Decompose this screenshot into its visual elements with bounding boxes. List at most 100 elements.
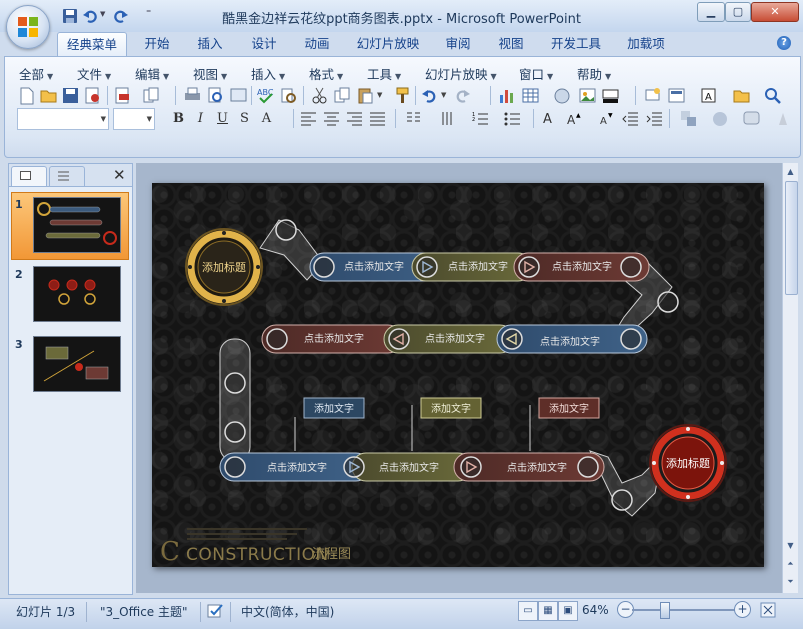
slide-sorter-view-icon[interactable]: ▦ bbox=[538, 601, 558, 621]
redo-icon[interactable] bbox=[453, 86, 472, 105]
zoom-slider-thumb[interactable] bbox=[660, 602, 670, 619]
zoom-slider-track[interactable] bbox=[632, 609, 736, 611]
tab-outline[interactable] bbox=[49, 166, 85, 186]
paste-dropdown-icon[interactable]: ▼ bbox=[377, 91, 382, 99]
redo-icon[interactable] bbox=[113, 8, 129, 24]
vertical-scrollbar[interactable]: ▲ ▼ ⏶ ⏷ bbox=[782, 163, 798, 593]
spell-check-icon[interactable] bbox=[207, 603, 225, 619]
tab-addins[interactable]: 加载项 bbox=[621, 32, 671, 55]
align-left-icon[interactable] bbox=[299, 109, 318, 128]
office-button[interactable] bbox=[6, 5, 50, 49]
scrollbar-thumb[interactable] bbox=[785, 181, 798, 295]
increase-indent-icon[interactable] bbox=[645, 109, 664, 128]
copy-icon[interactable] bbox=[333, 86, 352, 105]
bullets-icon[interactable] bbox=[503, 109, 522, 128]
menu-all[interactable]: 全部 ▼ bbox=[19, 64, 53, 83]
tab-insert[interactable]: 插入 bbox=[190, 32, 230, 55]
scroll-down-icon[interactable]: ▼ bbox=[784, 539, 797, 553]
undo-icon[interactable] bbox=[420, 86, 439, 105]
tab-view[interactable]: 视图 bbox=[491, 32, 531, 55]
print-preview-icon[interactable] bbox=[206, 86, 225, 105]
textbox-icon[interactable]: A bbox=[699, 86, 718, 105]
spelling-icon[interactable]: ABC bbox=[256, 86, 275, 105]
shape-effects-icon[interactable] bbox=[775, 109, 794, 128]
maximize-button[interactable]: ▢ bbox=[725, 2, 751, 22]
permission-icon[interactable] bbox=[83, 86, 102, 105]
table-icon[interactable] bbox=[521, 86, 540, 105]
character-spacing-button[interactable]: A bbox=[257, 109, 276, 128]
align-center-icon[interactable] bbox=[322, 109, 341, 128]
numbering-icon[interactable]: 12 bbox=[471, 109, 490, 128]
theme-name[interactable]: "3_Office 主题" bbox=[100, 603, 188, 620]
tab-developer[interactable]: 开发工具 bbox=[545, 32, 607, 55]
menu-format[interactable]: 格式 ▼ bbox=[309, 64, 343, 83]
slideshow-view-icon[interactable]: ▣ bbox=[558, 601, 578, 621]
folder-icon[interactable] bbox=[732, 86, 751, 105]
undo-dropdown-icon[interactable]: ▼ bbox=[100, 10, 105, 18]
menu-insert[interactable]: 插入 ▼ bbox=[251, 64, 285, 83]
menu-help[interactable]: 帮助 ▼ bbox=[577, 64, 611, 83]
underline-button[interactable]: U bbox=[213, 109, 232, 128]
undo-icon[interactable] bbox=[82, 8, 98, 24]
italic-button[interactable]: I bbox=[191, 109, 210, 128]
menu-window[interactable]: 窗口 ▼ bbox=[519, 64, 553, 83]
copy-format-icon[interactable] bbox=[142, 86, 161, 105]
font-name-combo[interactable]: ▼ bbox=[17, 108, 109, 130]
undo-dropdown-icon[interactable]: ▼ bbox=[441, 91, 446, 99]
new-slide-icon[interactable] bbox=[643, 86, 662, 105]
slide-canvas[interactable]: 点击添加文字 点击添加文字 点击添加文字 点击添加文字 点击添加文字 点击添加文… bbox=[152, 183, 764, 567]
paste-icon[interactable] bbox=[356, 86, 375, 105]
tab-classic-menu[interactable]: 经典菜单 bbox=[57, 32, 127, 56]
clipart-icon[interactable] bbox=[552, 86, 571, 105]
cut-icon[interactable] bbox=[310, 86, 329, 105]
menu-file[interactable]: 文件 ▼ bbox=[77, 64, 111, 83]
open-folder-icon[interactable] bbox=[39, 86, 58, 105]
slide-thumbnail-1[interactable] bbox=[33, 197, 121, 253]
slide-thumbnail-2[interactable] bbox=[33, 266, 121, 322]
tab-design[interactable]: 设计 bbox=[244, 32, 284, 55]
zoom-in-icon[interactable]: + bbox=[734, 601, 751, 618]
tab-slides[interactable] bbox=[11, 166, 47, 186]
picture-icon[interactable] bbox=[578, 86, 597, 105]
justify-icon[interactable] bbox=[368, 109, 387, 128]
slide-thumbnail-3[interactable] bbox=[33, 336, 121, 392]
shape-fill-icon[interactable] bbox=[601, 86, 620, 105]
menu-edit[interactable]: 编辑 ▼ bbox=[135, 64, 169, 83]
format-painter-icon[interactable] bbox=[393, 86, 412, 105]
tab-animation[interactable]: 动画 bbox=[297, 32, 337, 55]
language[interactable]: 中文(简体，中国) bbox=[241, 603, 334, 620]
columns-icon[interactable] bbox=[404, 109, 423, 128]
previous-slide-icon[interactable]: ⏶ bbox=[784, 557, 797, 571]
tab-slideshow[interactable]: 幻灯片放映 bbox=[351, 32, 425, 55]
grow-font-icon[interactable]: A ▲ bbox=[565, 109, 584, 128]
find-icon[interactable] bbox=[763, 86, 782, 105]
minimize-button[interactable]: ▁ bbox=[697, 2, 725, 22]
save-icon[interactable] bbox=[62, 8, 78, 24]
shape-outline-icon[interactable] bbox=[742, 109, 761, 128]
slide-sorter-icon[interactable] bbox=[229, 86, 248, 105]
tab-home[interactable]: 开始 bbox=[137, 32, 177, 55]
save-icon[interactable] bbox=[61, 86, 80, 105]
menu-tools[interactable]: 工具 ▼ bbox=[367, 64, 401, 83]
normal-view-icon[interactable]: ▭ bbox=[518, 601, 538, 621]
menu-view[interactable]: 视图 ▼ bbox=[193, 64, 227, 83]
fit-to-window-icon[interactable] bbox=[760, 602, 776, 618]
scroll-up-icon[interactable]: ▲ bbox=[784, 165, 797, 179]
pdf-icon[interactable] bbox=[113, 86, 132, 105]
print-icon[interactable] bbox=[183, 86, 202, 105]
close-button[interactable]: ✕ bbox=[751, 2, 799, 22]
quick-styles-icon[interactable] bbox=[710, 109, 729, 128]
tab-review[interactable]: 审阅 bbox=[438, 32, 478, 55]
zoom-level[interactable]: 64% bbox=[582, 603, 609, 617]
customize-toolbar-icon[interactable]: ⁼ bbox=[146, 8, 151, 19]
font-size-combo[interactable]: ▼ bbox=[113, 108, 155, 130]
bold-button[interactable]: B bbox=[169, 109, 188, 128]
chart-icon[interactable] bbox=[497, 86, 516, 105]
help-icon[interactable]: ? bbox=[777, 36, 791, 50]
text-direction-icon[interactable] bbox=[438, 109, 457, 128]
decrease-indent-icon[interactable] bbox=[621, 109, 640, 128]
menu-slideshow[interactable]: 幻灯片放映 ▼ bbox=[425, 64, 497, 83]
shrink-font-icon[interactable]: A▼ bbox=[597, 109, 616, 128]
next-slide-icon[interactable]: ⏷ bbox=[784, 575, 797, 589]
research-icon[interactable] bbox=[279, 86, 298, 105]
